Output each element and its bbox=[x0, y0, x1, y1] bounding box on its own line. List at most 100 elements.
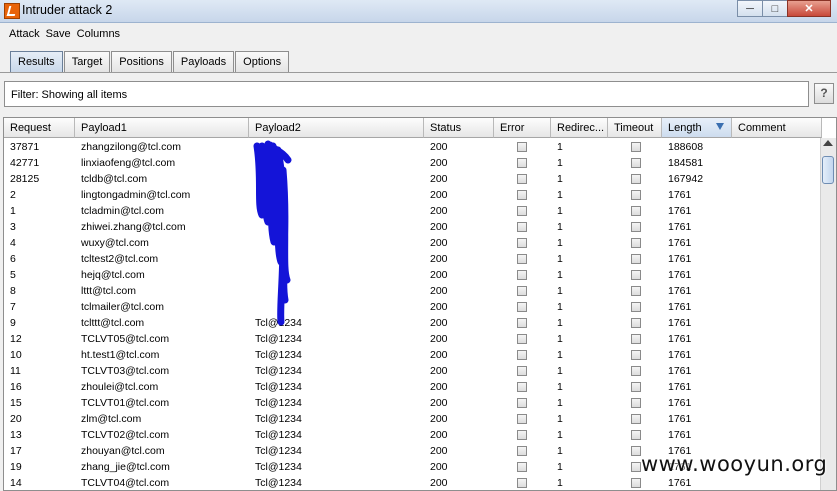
timeout-checkbox bbox=[631, 238, 641, 248]
cell-status: 200 bbox=[430, 285, 448, 297]
table-row[interactable]: 4 wuxy@tcl.com 200 1 1761 bbox=[4, 235, 822, 251]
cell-redirect: 1 bbox=[557, 157, 563, 169]
cell-request: 9 bbox=[10, 317, 16, 329]
vertical-scrollbar[interactable] bbox=[820, 138, 836, 490]
cell-payload1: linxiaofeng@tcl.com bbox=[81, 157, 176, 169]
cell-redirect: 1 bbox=[557, 477, 563, 489]
column-header-redirect[interactable]: Redirec... bbox=[551, 118, 608, 138]
cell-payload2: Tcl@1234 bbox=[255, 317, 302, 329]
table-row[interactable]: 12 TCLVT05@tcl.com Tcl@1234 200 1 1761 bbox=[4, 331, 822, 347]
table-row[interactable]: 8 lttt@tcl.com 200 1 1761 bbox=[4, 283, 822, 299]
cell-request: 13 bbox=[10, 429, 22, 441]
cell-comment bbox=[732, 347, 822, 363]
cell-redirect: 1 bbox=[557, 349, 563, 361]
cell-payload1: TCLVT02@tcl.com bbox=[81, 429, 170, 441]
tab-panel-border bbox=[0, 72, 837, 73]
tab-target[interactable]: Target bbox=[63, 51, 111, 72]
column-header-label: Redirec... bbox=[557, 122, 605, 134]
cell-request: 4 bbox=[10, 237, 16, 249]
table-row[interactable]: 37871 zhangzilong@tcl.com 200 1 188608 bbox=[4, 139, 822, 155]
menu-columns[interactable]: Columns bbox=[76, 25, 125, 45]
table-row[interactable]: 1 tcladmin@tcl.com 200 1 1761 bbox=[4, 203, 822, 219]
close-icon[interactable]: ✕ bbox=[787, 0, 831, 17]
menu-save[interactable]: Save bbox=[45, 25, 76, 45]
scroll-thumb[interactable] bbox=[822, 156, 834, 184]
minimize-icon[interactable]: ─ bbox=[737, 0, 763, 17]
cell-payload1: lingtongadmin@tcl.com bbox=[81, 189, 191, 201]
table-row[interactable]: 16 zhoulei@tcl.com Tcl@1234 200 1 1761 bbox=[4, 379, 822, 395]
column-header-timeout[interactable]: Timeout bbox=[608, 118, 662, 138]
table-row[interactable]: 7 tclmailer@tcl.com 200 1 1761 bbox=[4, 299, 822, 315]
error-checkbox bbox=[517, 382, 527, 392]
cell-request: 16 bbox=[10, 381, 22, 393]
table-row[interactable]: 13 TCLVT02@tcl.com Tcl@1234 200 1 1761 bbox=[4, 427, 822, 443]
table-row[interactable]: 3 zhiwei.zhang@tcl.com 200 1 1761 bbox=[4, 219, 822, 235]
table-row[interactable]: 2 lingtongadmin@tcl.com 200 1 1761 bbox=[4, 187, 822, 203]
cell-payload1: zhangzilong@tcl.com bbox=[81, 141, 181, 153]
table-row[interactable]: 42771 linxiaofeng@tcl.com 200 1 184581 bbox=[4, 155, 822, 171]
tab-strip: Results Target Positions Payloads Option… bbox=[10, 51, 290, 73]
cell-payload2: Tcl@1234 bbox=[255, 349, 302, 361]
cell-redirect: 1 bbox=[557, 365, 563, 377]
timeout-checkbox bbox=[631, 382, 641, 392]
column-header-length[interactable]: Length bbox=[662, 118, 732, 138]
cell-payload1: zhiwei.zhang@tcl.com bbox=[81, 221, 186, 233]
table-row[interactable]: 10 ht.test1@tcl.com Tcl@1234 200 1 1761 bbox=[4, 347, 822, 363]
maximize-icon[interactable]: □ bbox=[762, 0, 788, 17]
cell-payload2: Tcl@1234 bbox=[255, 397, 302, 409]
tab-positions[interactable]: Positions bbox=[111, 51, 172, 72]
menu-attack[interactable]: Attack bbox=[0, 25, 45, 45]
cell-length: 1761 bbox=[668, 397, 692, 409]
table-row[interactable]: 15 TCLVT01@tcl.com Tcl@1234 200 1 1761 bbox=[4, 395, 822, 411]
column-header-payload1[interactable]: Payload1 bbox=[75, 118, 249, 138]
column-header-comment[interactable]: Comment bbox=[732, 118, 822, 138]
timeout-checkbox bbox=[631, 334, 641, 344]
cell-comment bbox=[732, 315, 822, 331]
watermark-text: www.wooyun.org bbox=[641, 452, 828, 476]
window-title: Intruder attack 2 bbox=[22, 3, 113, 17]
error-checkbox bbox=[517, 222, 527, 232]
cell-redirect: 1 bbox=[557, 445, 563, 457]
cell-comment bbox=[732, 203, 822, 219]
cell-comment bbox=[732, 331, 822, 347]
cell-status: 200 bbox=[430, 317, 448, 329]
error-checkbox bbox=[517, 238, 527, 248]
tab-options[interactable]: Options bbox=[235, 51, 290, 72]
table-row[interactable]: 14 TCLVT04@tcl.com Tcl@1234 200 1 1761 bbox=[4, 475, 822, 490]
cell-payload1: tcladmin@tcl.com bbox=[81, 205, 165, 217]
cell-redirect: 1 bbox=[557, 173, 563, 185]
error-checkbox bbox=[517, 478, 527, 488]
cell-payload2 bbox=[249, 251, 424, 267]
help-button[interactable]: ? bbox=[814, 83, 834, 104]
table-row[interactable]: 20 zlm@tcl.com Tcl@1234 200 1 1761 bbox=[4, 411, 822, 427]
tab-results[interactable]: Results bbox=[10, 51, 63, 72]
column-header-error[interactable]: Error bbox=[494, 118, 551, 138]
table-row[interactable]: 6 tcltest2@tcl.com 200 1 1761 bbox=[4, 251, 822, 267]
cell-redirect: 1 bbox=[557, 301, 563, 313]
cell-status: 200 bbox=[430, 301, 448, 313]
column-header-payload2[interactable]: Payload2 bbox=[249, 118, 424, 138]
cell-request: 15 bbox=[10, 397, 22, 409]
cell-request: 8 bbox=[10, 285, 16, 297]
table-row[interactable]: 5 hejq@tcl.com 200 1 1761 bbox=[4, 267, 822, 283]
cell-request: 37871 bbox=[10, 141, 40, 153]
scroll-up-icon[interactable] bbox=[823, 140, 833, 146]
cell-payload2: Tcl@1234 bbox=[255, 429, 302, 441]
table-row[interactable]: 28125 tcldb@tcl.com 200 1 167942 bbox=[4, 171, 822, 187]
table-row[interactable]: 9 tclttt@tcl.com Tcl@1234 200 1 1761 bbox=[4, 315, 822, 331]
column-header-status[interactable]: Status bbox=[424, 118, 494, 138]
filter-bar[interactable]: Filter: Showing all items bbox=[4, 81, 809, 107]
tab-payloads[interactable]: Payloads bbox=[172, 51, 235, 72]
cell-redirect: 1 bbox=[557, 253, 563, 265]
cell-payload1: zhang_jie@tcl.com bbox=[81, 461, 170, 473]
table-row[interactable]: 11 TCLVT03@tcl.com Tcl@1234 200 1 1761 bbox=[4, 363, 822, 379]
column-header-label: Request bbox=[10, 122, 51, 134]
cell-payload1: hejq@tcl.com bbox=[81, 269, 145, 281]
cell-comment bbox=[732, 139, 822, 155]
cell-request: 19 bbox=[10, 461, 22, 473]
cell-payload1: TCLVT01@tcl.com bbox=[81, 397, 170, 409]
cell-comment bbox=[732, 299, 822, 315]
column-header-request[interactable]: Request bbox=[4, 118, 75, 138]
cell-status: 200 bbox=[430, 269, 448, 281]
timeout-checkbox bbox=[631, 190, 641, 200]
